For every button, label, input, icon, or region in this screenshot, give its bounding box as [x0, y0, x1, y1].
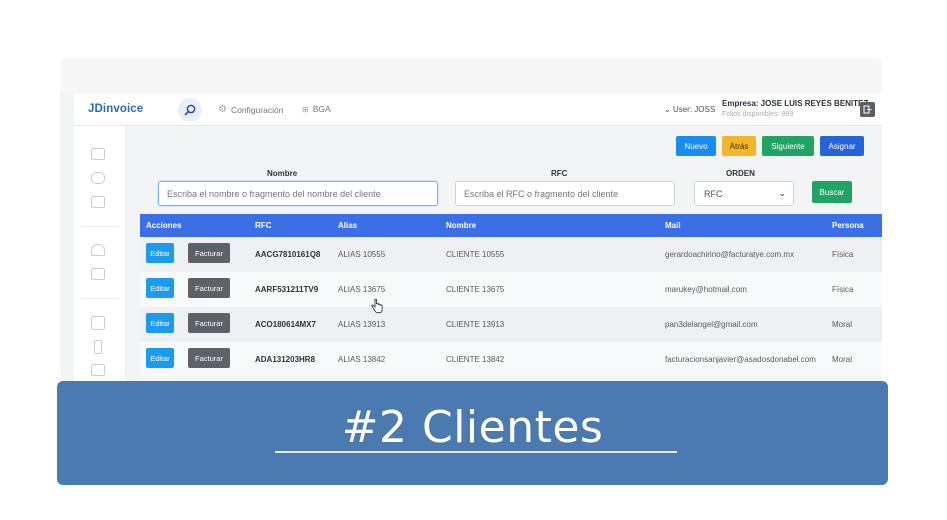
empresa-name: Empresa: JOSE LUIS REYES BENITEZ	[722, 99, 869, 108]
editar-button[interactable]: Editar	[146, 313, 174, 333]
cell-rfc: AACG7810161Q8	[255, 250, 321, 259]
table-row[interactable]: Editar Facturar ADA131203HR8 ALIAS 13842…	[140, 342, 882, 377]
cell-rfc: ACO180614MX7	[255, 320, 316, 329]
window-top-strip	[60, 58, 882, 94]
sidebar-divider	[82, 298, 118, 299]
header-alias: Alias	[338, 221, 358, 230]
user-menu[interactable]: ⌄ User: JOSS	[664, 105, 715, 114]
video-thumbnail: JDinvoice ⚙ Configuración ⊞ BGA ⌄ User: …	[0, 0, 947, 520]
hand-cursor-icon	[371, 299, 383, 314]
orden-selected-value: RFC	[704, 188, 723, 199]
cell-nombre: CLIENTE 13913	[446, 320, 505, 329]
banner-title: #2 Clientes	[341, 402, 604, 453]
header-persona: Persona	[832, 221, 864, 230]
cell-alias: ALIAS 13675	[338, 285, 386, 294]
facturar-button[interactable]: Facturar	[188, 348, 230, 368]
orden-select[interactable]: RFC ⌄	[694, 181, 794, 206]
card-icon[interactable]	[91, 172, 105, 184]
brand-logo[interactable]: JDinvoice	[88, 103, 143, 115]
folios-available: Folios disponibles: 999	[722, 111, 794, 118]
chevron-down-icon: ⌄	[664, 105, 671, 114]
cell-persona: Moral	[832, 320, 853, 329]
nav-bga[interactable]: ⊞ BGA	[302, 104, 331, 114]
nav-configuracion-label: Configuración	[230, 104, 284, 115]
title-banner: #2 Clientes	[57, 381, 888, 485]
table-row[interactable]: Editar Facturar AACG7810161Q8 ALIAS 1055…	[140, 237, 882, 272]
nombre-search-input[interactable]	[158, 181, 438, 206]
cell-mail: marukey@hotmail.com	[665, 285, 747, 294]
facturar-button[interactable]: Facturar	[188, 243, 230, 263]
cell-rfc: ADA131203HR8	[255, 355, 316, 364]
editar-button[interactable]: Editar	[146, 278, 174, 298]
nav-bga-label: BGA	[312, 104, 331, 114]
header-nombre: Nombre	[446, 221, 477, 230]
table-row[interactable]: Editar Facturar ACO180614MX7 ALIAS 13913…	[140, 307, 882, 342]
file-icon[interactable]	[91, 316, 105, 330]
cell-alias: ALIAS 13913	[338, 320, 386, 329]
cell-persona: Física	[832, 250, 854, 259]
cell-alias: ALIAS 13842	[338, 355, 386, 364]
siguiente-button[interactable]: Siguiente	[762, 136, 814, 156]
header-mail: Mail	[665, 221, 681, 230]
nav-configuracion[interactable]: ⚙ Configuración	[218, 104, 283, 115]
cell-mail: facturacionsanjavier@asadosdonabel.com	[665, 355, 816, 364]
chart-icon: ⊞	[302, 104, 309, 114]
nombre-label: Nombre	[267, 169, 298, 178]
bottle-icon[interactable]	[94, 340, 102, 354]
header-acciones: Acciones	[146, 221, 182, 230]
inbox-icon[interactable]	[91, 196, 105, 208]
cell-rfc: AARF531211TV9	[255, 285, 319, 294]
cell-mail: pan3delangel@gmail.com	[665, 320, 758, 329]
header-rfc: RFC	[255, 221, 272, 230]
rfc-search-input[interactable]	[455, 181, 675, 206]
gear-icon: ⚙	[218, 104, 227, 115]
user-label: User: JOSS	[672, 105, 716, 114]
facturar-button[interactable]: Facturar	[188, 313, 230, 333]
rfc-label: RFC	[551, 169, 568, 178]
cell-persona: Moral	[832, 355, 853, 364]
search-button[interactable]	[178, 98, 202, 122]
cell-persona: Física	[832, 285, 854, 294]
table-header: Acciones RFC Alias Nombre Mail Persona	[140, 214, 882, 237]
table-row[interactable]: Editar Facturar AARF531211TV9 ALIAS 1367…	[140, 272, 882, 307]
sidebar-divider	[82, 226, 118, 227]
cell-nombre: CLIENTE 13842	[446, 355, 505, 364]
logout-icon[interactable]	[860, 102, 875, 117]
facturar-button[interactable]: Facturar	[188, 278, 230, 298]
cell-nombre: CLIENTE 13675	[446, 285, 505, 294]
nuevo-button[interactable]: Nuevo	[676, 136, 716, 156]
orden-label: ORDEN	[726, 169, 755, 178]
editar-button[interactable]: Editar	[146, 243, 174, 263]
cell-alias: ALIAS 10555	[338, 250, 386, 259]
asignar-button[interactable]: Asignar	[820, 136, 864, 156]
atras-button[interactable]: Atrás	[722, 136, 756, 156]
cell-nombre: CLIENTE 10555	[446, 250, 505, 259]
document-icon[interactable]	[91, 148, 105, 160]
list-icon[interactable]	[91, 268, 105, 280]
editar-button[interactable]: Editar	[146, 348, 174, 368]
users-icon[interactable]	[91, 244, 105, 256]
banner-underline	[275, 451, 677, 453]
search-icon	[184, 104, 196, 116]
buscar-button[interactable]: Buscar	[812, 181, 852, 203]
cell-mail: gerardoachirino@facturatye.com.mx	[665, 250, 795, 259]
chevron-down-icon: ⌄	[778, 188, 786, 198]
box-icon[interactable]	[91, 364, 105, 376]
top-navbar: JDinvoice ⚙ Configuración ⊞ BGA ⌄ User: …	[74, 94, 882, 126]
